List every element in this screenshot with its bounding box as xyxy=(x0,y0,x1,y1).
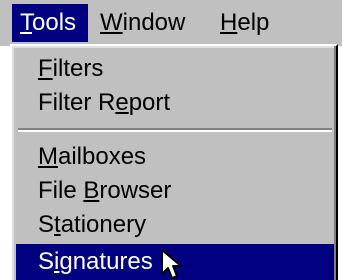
menu-item-filters-mnemonic: F xyxy=(38,55,53,82)
menu-item-file-browser-suffix: rowser xyxy=(99,177,172,204)
menu-item-file-browser[interactable]: File Browser xyxy=(16,174,334,208)
menu-item-filter-report-mnemonic: e xyxy=(115,89,129,116)
menu-window-label: indow xyxy=(122,9,186,36)
menu-window[interactable]: Window xyxy=(92,4,204,42)
menu-item-stationery-mnemonic: t xyxy=(54,211,61,238)
menu-item-file-browser-mnemonic: B xyxy=(83,177,100,204)
menu-item-file-browser-prefix: File xyxy=(38,177,84,204)
menu-bar: Tools Window Help xyxy=(0,0,342,46)
menu-item-stationery[interactable]: Stationery xyxy=(16,208,334,242)
menu-help-mnemonic: H xyxy=(220,9,238,36)
menu-window-mnemonic: W xyxy=(100,9,123,36)
menu-item-signatures-suffix: gnatures xyxy=(59,248,153,275)
menu-item-filter-report-prefix: Filter R xyxy=(38,89,116,116)
tools-dropdown-menu: Filters Filter Report Mailboxes File Bro… xyxy=(10,44,338,280)
menu-tools-mnemonic: T xyxy=(20,9,32,36)
menu-item-stationery-prefix: S xyxy=(38,211,55,238)
menu-item-mailboxes-mnemonic: M xyxy=(38,143,58,170)
menu-item-filter-report[interactable]: Filter Report xyxy=(16,86,334,120)
menu-item-filter-report-suffix: port xyxy=(128,89,171,116)
menu-separator xyxy=(18,128,332,132)
menu-item-mailboxes-suffix: ailboxes xyxy=(58,143,147,170)
menu-item-mailboxes[interactable]: Mailboxes xyxy=(16,140,334,174)
menu-item-filters-suffix: ilters xyxy=(52,55,104,82)
menu-tools-label: ools xyxy=(32,9,77,36)
menu-item-filters[interactable]: Filters xyxy=(16,52,334,86)
menu-item-signatures-prefix: S xyxy=(38,248,55,275)
menu-help-label: elp xyxy=(237,9,270,36)
menu-help[interactable]: Help xyxy=(212,4,292,42)
menu-item-stationery-suffix: ationery xyxy=(60,211,147,238)
menu-tools[interactable]: Tools xyxy=(12,4,88,42)
arrow-pointer-icon xyxy=(161,249,182,279)
